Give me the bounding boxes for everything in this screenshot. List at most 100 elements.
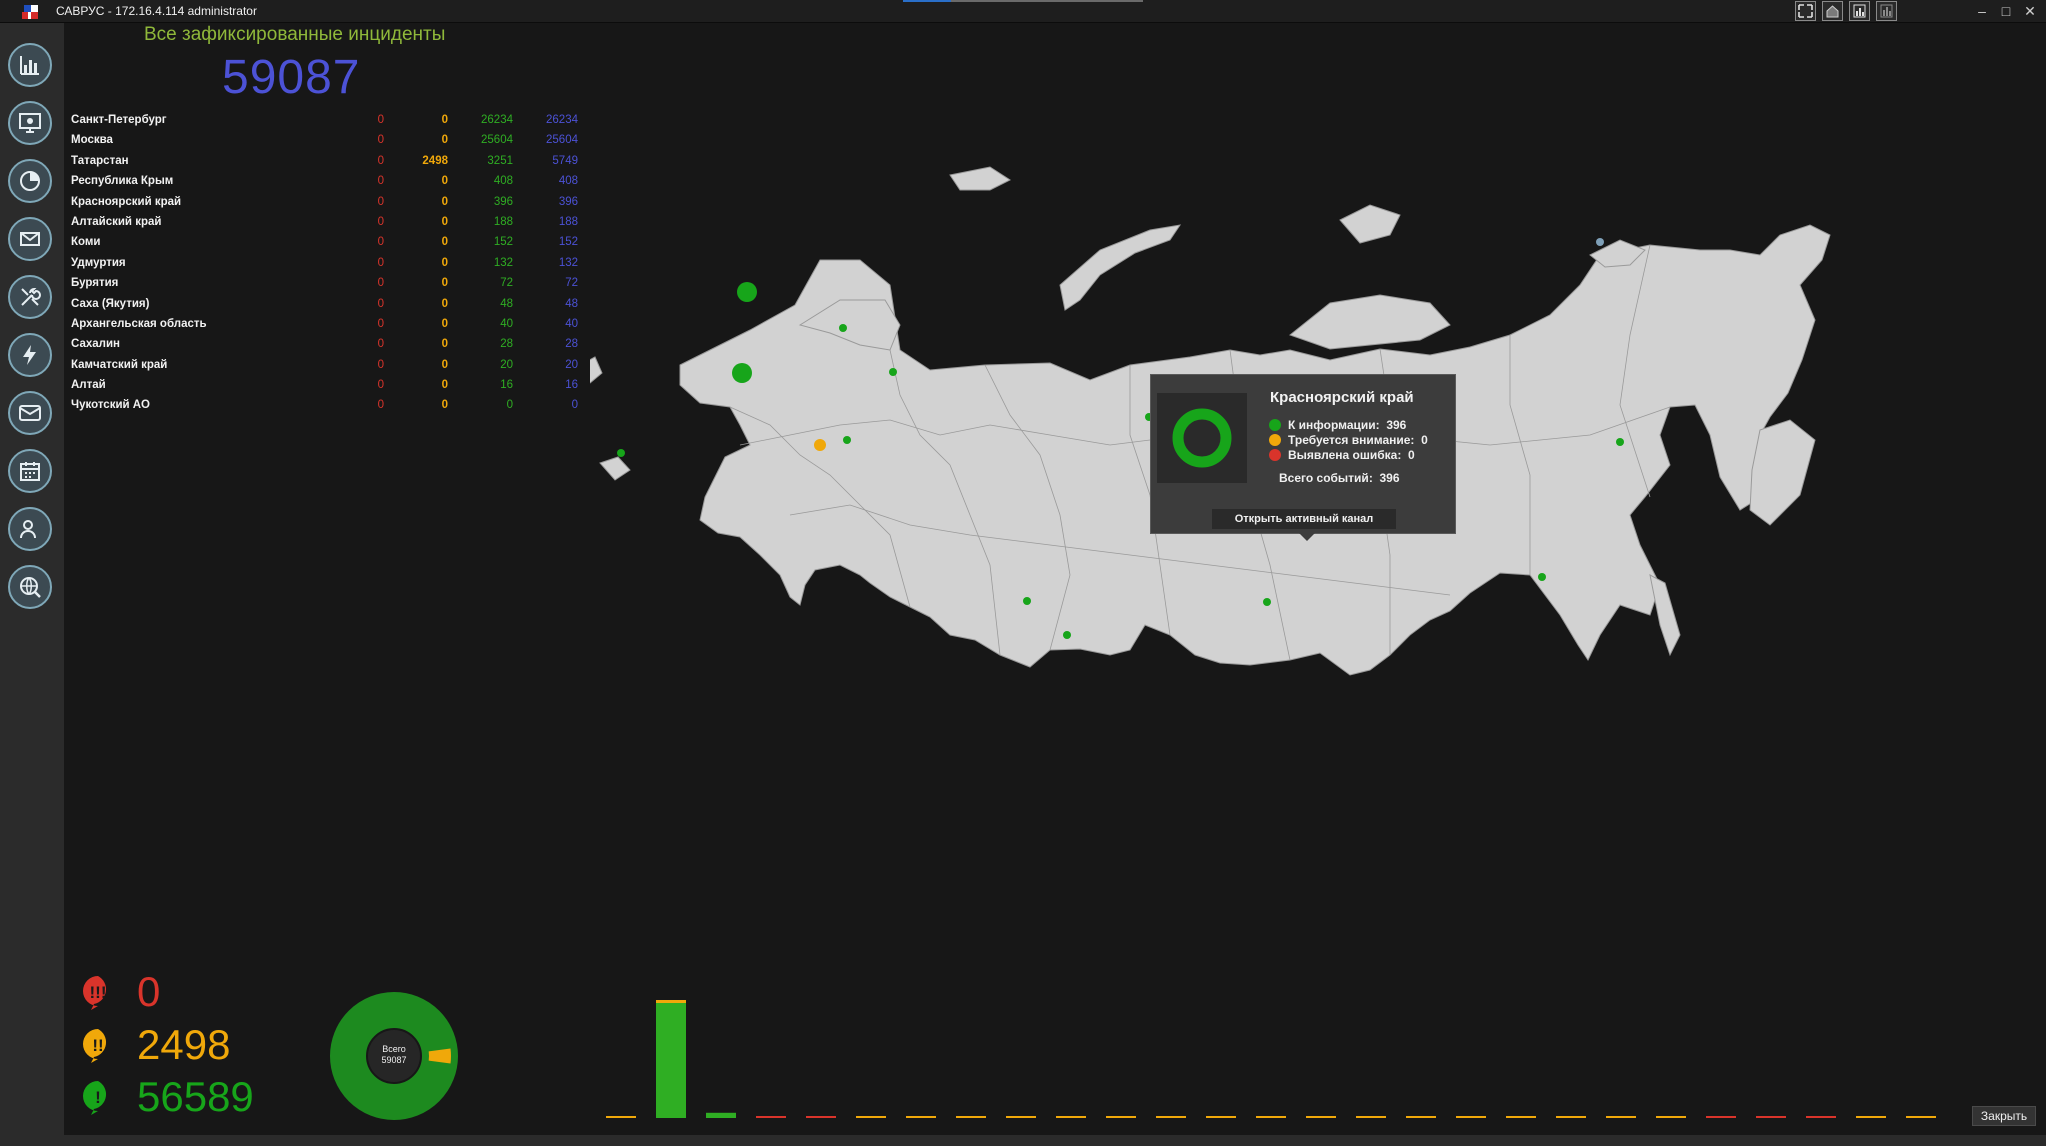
marker-kamchatka[interactable] (1616, 438, 1624, 446)
monitor-icon[interactable] (8, 101, 52, 145)
region-row[interactable]: Москва 0 0 25604 25604 (71, 130, 578, 150)
marker-chukotka[interactable] (1596, 238, 1604, 246)
error-dot-icon (1269, 449, 1281, 461)
donut-center-label: Всего 59087 (373, 1044, 415, 1066)
region-info: 152 (493, 236, 513, 249)
region-row[interactable]: Республика Крым 0 0 408 408 (71, 171, 578, 191)
tooltip-error-label: Выявлена ошибка: (1288, 448, 1402, 462)
region-total: 408 (558, 175, 578, 188)
events-bar-chart (606, 1000, 1936, 1118)
marker-arkhangelsk[interactable] (839, 324, 847, 332)
region-row[interactable]: Архангельская область 0 0 40 40 (71, 314, 578, 334)
region-info: 26234 (481, 114, 513, 126)
bar-18 (1506, 1116, 1536, 1118)
stats-icon[interactable] (1876, 1, 1897, 21)
marker-tatarstan[interactable] (814, 439, 826, 451)
region-row[interactable]: Бурятия 0 0 72 72 (71, 273, 578, 293)
tooltip-attention-value: 0 (1421, 433, 1428, 447)
region-info: 132 (493, 256, 513, 269)
maximize-button[interactable]: □ (1994, 0, 2018, 22)
marker-crimea[interactable] (617, 449, 625, 457)
region-row[interactable]: Алтай 0 0 16 16 (71, 375, 578, 395)
bar-4 (806, 1116, 836, 1118)
region-warnings: 0 (441, 277, 448, 290)
region-warnings: 2498 (422, 154, 448, 167)
region-row[interactable]: Татарстан 0 2498 3251 5749 (71, 151, 578, 171)
region-errors: 0 (377, 195, 384, 208)
region-row[interactable]: Санкт-Петербург 0 0 26234 26234 (71, 110, 578, 130)
close-button[interactable]: Закрыть (1972, 1106, 2036, 1126)
bar-12 (1206, 1116, 1236, 1118)
region-total: 0 (571, 399, 578, 412)
region-row[interactable]: Алтайский край 0 0 188 188 (71, 212, 578, 232)
bottom-strip (0, 1135, 2046, 1146)
map-taimyr (1288, 294, 1451, 350)
calendar-icon[interactable] (8, 449, 52, 493)
region-errors: 0 (377, 236, 384, 249)
warnings-count: 2498 (137, 1021, 231, 1068)
region-warnings: 0 (441, 256, 448, 269)
open-active-channel-button[interactable]: Открыть активный канал (1212, 509, 1396, 529)
pie-chart-icon[interactable] (8, 159, 52, 203)
marker-sakhalin[interactable] (1538, 573, 1546, 581)
fullscreen-icon[interactable] (1795, 1, 1816, 21)
user-search-icon[interactable] (8, 507, 52, 551)
map-crimea (599, 456, 631, 481)
bar-20 (1606, 1116, 1636, 1118)
region-errors: 0 (377, 256, 384, 269)
region-name: Чукотский АО (71, 399, 150, 412)
marker-moscow[interactable] (732, 363, 752, 383)
region-row[interactable]: Коми 0 0 152 152 (71, 232, 578, 252)
region-warnings: 0 (441, 195, 448, 208)
report-icon[interactable] (1849, 1, 1870, 21)
region-info: 48 (500, 297, 513, 310)
region-name: Татарстан (71, 154, 129, 167)
region-total: 48 (565, 297, 578, 310)
bar-11 (1156, 1116, 1186, 1118)
tooltip-info-label: К информации: (1288, 418, 1380, 432)
dashboard-chart-icon[interactable] (8, 43, 52, 87)
region-total: 188 (558, 215, 578, 228)
region-errors: 0 (377, 297, 384, 310)
region-row[interactable]: Камчатский край 0 0 20 20 (71, 355, 578, 375)
bar-3 (756, 1116, 786, 1118)
lightning-icon[interactable] (8, 333, 52, 377)
region-row[interactable]: Красноярский край 0 0 396 396 (71, 192, 578, 212)
marker-udmurtia[interactable] (843, 436, 851, 444)
bar-14 (1306, 1116, 1336, 1118)
incidents-title: Все зафиксированные инциденты (144, 24, 446, 45)
region-warnings: 0 (441, 175, 448, 188)
region-total: 28 (565, 338, 578, 351)
region-errors: 0 (377, 379, 384, 392)
message-icon[interactable] (8, 391, 52, 435)
marker-altai-krai[interactable] (1023, 597, 1031, 605)
mail-network-icon[interactable] (8, 217, 52, 261)
region-name: Москва (71, 134, 113, 147)
map-kamchatka (1749, 419, 1816, 526)
marker-komi[interactable] (889, 368, 897, 376)
map-sakhalin (1649, 574, 1681, 657)
region-total: 40 (565, 317, 578, 330)
bar-17 (1456, 1116, 1486, 1118)
marker-spb[interactable] (737, 282, 757, 302)
marker-altai[interactable] (1063, 631, 1071, 639)
bar-0 (606, 1116, 636, 1118)
sidebar (0, 23, 64, 1135)
region-row[interactable]: Саха (Якутия) 0 0 48 48 (71, 294, 578, 314)
region-total: 132 (558, 256, 578, 269)
region-name: Коми (71, 236, 101, 249)
tooltip-arrow (1299, 533, 1315, 541)
region-row[interactable]: Удмуртия 0 0 132 132 (71, 253, 578, 273)
tools-icon[interactable] (8, 275, 52, 319)
minimize-button[interactable]: – (1970, 0, 1994, 22)
marker-buryatia[interactable] (1263, 598, 1271, 606)
region-row[interactable]: Чукотский АО 0 0 0 0 (71, 395, 578, 415)
region-info: 28 (500, 338, 513, 351)
region-name: Камчатский край (71, 358, 168, 371)
home-icon[interactable] (1822, 1, 1843, 21)
bar-22 (1706, 1116, 1736, 1118)
close-window-button[interactable]: ✕ (2018, 0, 2042, 22)
region-row[interactable]: Сахалин 0 0 28 28 (71, 334, 578, 354)
warning-alert-icon: !! (83, 1029, 107, 1063)
globe-search-icon[interactable] (8, 565, 52, 609)
